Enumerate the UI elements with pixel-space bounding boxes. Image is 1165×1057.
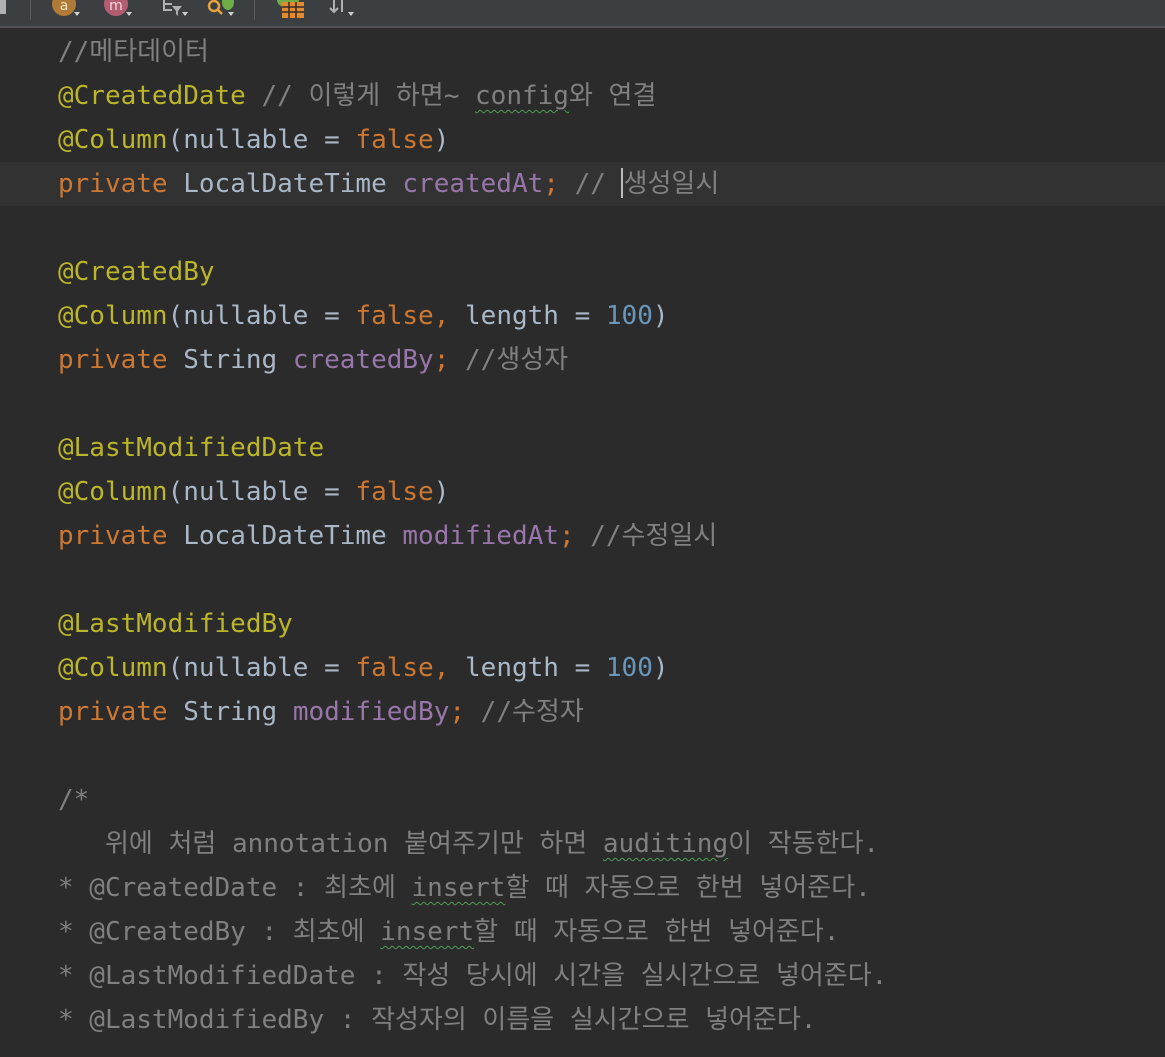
comment: 와 연결 — [568, 81, 657, 111]
code-text: (nullable = — [167, 125, 356, 155]
code-line-20[interactable]: * @CreatedDate : 최초에 insert할 때 자동으로 한번 넣… — [0, 866, 1165, 910]
type-name: String — [167, 697, 293, 727]
code-line-8[interactable]: private String createdBy; //생성자 — [0, 338, 1165, 382]
annotation: @Column — [58, 125, 168, 155]
keyword: false — [355, 301, 434, 331]
comment: //수정자 — [465, 697, 584, 727]
code-line-2[interactable]: @CreatedDate // 이렇게 하면~ config와 연결 — [0, 74, 1165, 118]
sort-icon[interactable] — [326, 0, 354, 20]
comment: //생성자 — [449, 345, 569, 375]
editor-toolbar: a m — [0, 0, 1165, 28]
annotation: @LastModifiedBy — [58, 609, 293, 639]
code-line-11[interactable]: @Column(nullable = false) — [0, 470, 1165, 514]
code-line-14[interactable]: @LastModifiedBy — [0, 602, 1165, 646]
number-literal: 100 — [605, 653, 653, 683]
field-name: createdBy — [292, 345, 434, 375]
comment: * @CreatedDate : 최초에 — [58, 873, 412, 903]
spelling-warning[interactable]: config — [475, 81, 569, 111]
comment: 생성일시 — [623, 169, 720, 199]
annotation: @CreatedBy — [58, 257, 215, 287]
code-line-6[interactable]: @CreatedBy — [0, 250, 1165, 294]
number-literal: 100 — [605, 301, 653, 331]
search-filter-icon[interactable] — [204, 0, 234, 20]
comment: * @LastModifiedBy : 작성자의 이름을 실시간으로 넣어준다. — [58, 1005, 817, 1035]
code-line-12[interactable]: private LocalDateTime modifiedAt; //수정일시 — [0, 514, 1165, 558]
comment: * @CreatedBy : 최초에 — [58, 917, 381, 947]
tree-filter-icon[interactable] — [158, 0, 188, 20]
code-text: length = — [465, 653, 606, 683]
comment: //메타데이터 — [58, 37, 209, 67]
comment: 위에 처럼 annotation 붙여주기만 하면 — [58, 829, 603, 859]
semicolon: ; — [558, 521, 575, 551]
keyword: false — [355, 653, 434, 683]
annotation: @Column — [58, 477, 168, 507]
semicolon: ; — [543, 169, 559, 199]
code-line-19[interactable]: 위에 처럼 annotation 붙여주기만 하면 auditing이 작동한다… — [0, 822, 1165, 866]
comment: /* — [58, 785, 90, 815]
comment: 이 작동한다. — [728, 829, 880, 859]
keyword: private — [58, 697, 168, 727]
code-line-4-current[interactable]: private LocalDateTime createdAt; // 생성일시 — [0, 162, 1165, 206]
code-text: ) — [433, 125, 450, 155]
file-icon[interactable] — [0, 0, 14, 20]
code-line-21[interactable]: * @CreatedBy : 최초에 insert할 때 자동으로 한번 넣어준… — [0, 910, 1165, 954]
type-name: LocalDateTime — [167, 169, 403, 199]
code-line-1[interactable]: //메타데이터 — [0, 30, 1165, 74]
toolbar-separator — [254, 0, 255, 20]
keyword: false — [355, 125, 434, 155]
code-line-7[interactable]: @Column(nullable = false, length = 100) — [0, 294, 1165, 338]
comment: // — [558, 169, 622, 199]
table-icon[interactable] — [274, 0, 304, 20]
semicolon: ; — [433, 345, 450, 375]
method-icon-letter: m — [109, 0, 123, 14]
code-line-16[interactable]: private String modifiedBy; //수정자 — [0, 690, 1165, 734]
comment: 할 때 자동으로 한번 넣어준다. — [505, 873, 871, 903]
code-text: (nullable = — [167, 301, 356, 331]
annotation-icon-letter: a — [60, 0, 69, 14]
text-caret — [620, 168, 623, 198]
keyword: private — [58, 345, 168, 375]
toolbar-separator — [30, 0, 31, 20]
annotation: @CreatedDate — [58, 81, 246, 111]
comment: // 이렇게 하면~ — [245, 81, 476, 111]
keyword: private — [58, 521, 168, 551]
code-line-23[interactable]: * @LastModifiedBy : 작성자의 이름을 실시간으로 넣어준다. — [0, 998, 1165, 1042]
semicolon: ; — [449, 697, 466, 727]
keyword: false — [355, 477, 434, 507]
annotation: @Column — [58, 653, 168, 683]
comment: //수정일시 — [574, 521, 718, 551]
spelling-warning[interactable]: auditing — [603, 829, 728, 859]
comment: * @LastModifiedDate : 작성 당시에 시간을 실시간으로 넣… — [58, 961, 888, 991]
code-line-3[interactable]: @Column(nullable = false) — [0, 118, 1165, 162]
code-text: (nullable = — [167, 477, 356, 507]
code-text: ) — [433, 477, 450, 507]
type-name: String — [167, 345, 293, 375]
spelling-warning[interactable]: insert — [412, 873, 506, 903]
code-line-18[interactable]: /* — [0, 778, 1165, 822]
code-editor[interactable]: //메타데이터 @CreatedDate // 이렇게 하면~ config와 … — [0, 30, 1165, 1057]
code-text: ) — [652, 653, 669, 683]
comma: , — [433, 653, 466, 683]
code-line-22[interactable]: * @LastModifiedDate : 작성 당시에 시간을 실시간으로 넣… — [0, 954, 1165, 998]
code-line-15[interactable]: @Column(nullable = false, length = 100) — [0, 646, 1165, 690]
code-text: ) — [652, 301, 669, 331]
annotation-icon[interactable]: a — [50, 0, 80, 20]
keyword: private — [58, 169, 168, 199]
field-name: createdAt — [402, 169, 544, 199]
field-name: modifiedAt — [402, 521, 559, 551]
method-icon[interactable]: m — [102, 0, 132, 20]
type-name: LocalDateTime — [167, 521, 403, 551]
spelling-warning[interactable]: insert — [380, 917, 474, 947]
code-text: (nullable = — [167, 653, 356, 683]
field-name: modifiedBy — [292, 697, 450, 727]
annotation: @Column — [58, 301, 168, 331]
comment: 할 때 자동으로 한번 넣어준다. — [474, 917, 840, 947]
code-text: length = — [465, 301, 606, 331]
comma: , — [433, 301, 466, 331]
annotation: @LastModifiedDate — [58, 433, 325, 463]
code-line-10[interactable]: @LastModifiedDate — [0, 426, 1165, 470]
